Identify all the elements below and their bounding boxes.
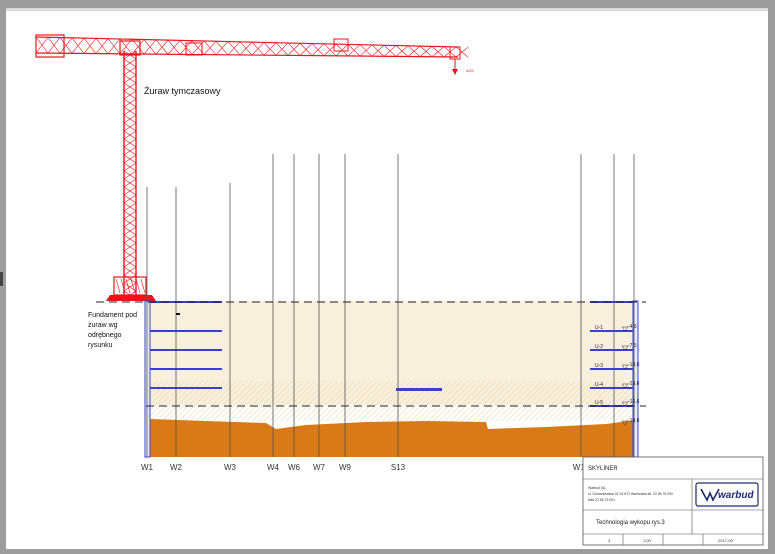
foundation-note-line-2: żuraw wg <box>88 322 118 329</box>
level-value: -13,6 <box>628 381 640 387</box>
level-tag-u-2: U-2 <box>595 344 603 350</box>
level-tag-u-3: U-3 <box>595 363 603 369</box>
drawing-sheet: W1W2W3W4W6W7W9S13W14W16W17 U-1U-2U-3U-4U… <box>6 8 768 549</box>
axis-label-w4: W4 <box>267 463 280 472</box>
level-value: -7,5 <box>628 343 637 349</box>
title-block: SKYLINER Warbud SA ul. Domaniewska 32 02… <box>582 456 764 546</box>
small-marker <box>176 313 180 315</box>
axis-label-w7: W7 <box>313 463 326 472</box>
logo-text: warbud <box>718 490 754 501</box>
foundation-note-line-3: odrębnego <box>88 332 122 339</box>
left-wall <box>144 300 151 458</box>
level-value: -4,6 <box>628 324 637 330</box>
project-overlay: SKYLINER <box>588 466 618 472</box>
level-tag-u-4: U-4 <box>595 382 603 388</box>
crane-footing <box>106 295 156 301</box>
crane-jib-top <box>35 36 459 48</box>
level-value: -10,6 <box>628 362 640 368</box>
tower-crane <box>35 34 469 301</box>
soil-layers <box>150 301 636 457</box>
axis-label-w1: W1 <box>141 463 154 472</box>
company-line-2: ul. Domaniewska 32 02-672 Warszawa tel. … <box>588 492 673 496</box>
scroll-edge-marker[interactable] <box>0 272 3 286</box>
warbud-logo: warbud <box>695 482 759 507</box>
crane-tag: 4G5 <box>466 68 474 73</box>
drawing-date: 2017-06 <box>718 538 733 543</box>
company-line-1: Warbud SA <box>588 486 606 490</box>
level-value: -16,6 <box>628 399 640 405</box>
foundation-note-line-4: rysunku <box>88 342 113 349</box>
drawing-title: Technologia wykopu rys.3 <box>596 520 665 526</box>
soil-hatch <box>150 381 636 421</box>
axis-label-s13: S13 <box>391 463 406 472</box>
soil-dark-layer <box>150 419 636 457</box>
level-tag-u-1: U-1 <box>595 325 603 331</box>
level-tag-u-5: U-5 <box>595 400 603 406</box>
central-strut <box>396 388 442 391</box>
section-drawing: W1W2W3W4W6W7W9S13W14W16W17 U-1U-2U-3U-4U… <box>35 34 764 546</box>
axis-label-w6: W6 <box>288 463 301 472</box>
axis-label-w2: W2 <box>170 463 183 472</box>
crane-hook <box>452 69 458 75</box>
company-line-3: faks 22 56 76 001 <box>588 498 615 502</box>
axis-label-w9: W9 <box>339 463 352 472</box>
crane-label: Żuraw tymczasowy <box>144 86 221 96</box>
level-value: -19,6 <box>628 418 640 424</box>
drawing-scale: 1:00 <box>643 538 652 543</box>
viewer-frame: W1W2W3W4W6W7W9S13W14W16W17 U-1U-2U-3U-4U… <box>0 0 775 554</box>
foundation-note-line-1: Fundament pod <box>88 312 137 319</box>
axis-label-w3: W3 <box>224 463 237 472</box>
